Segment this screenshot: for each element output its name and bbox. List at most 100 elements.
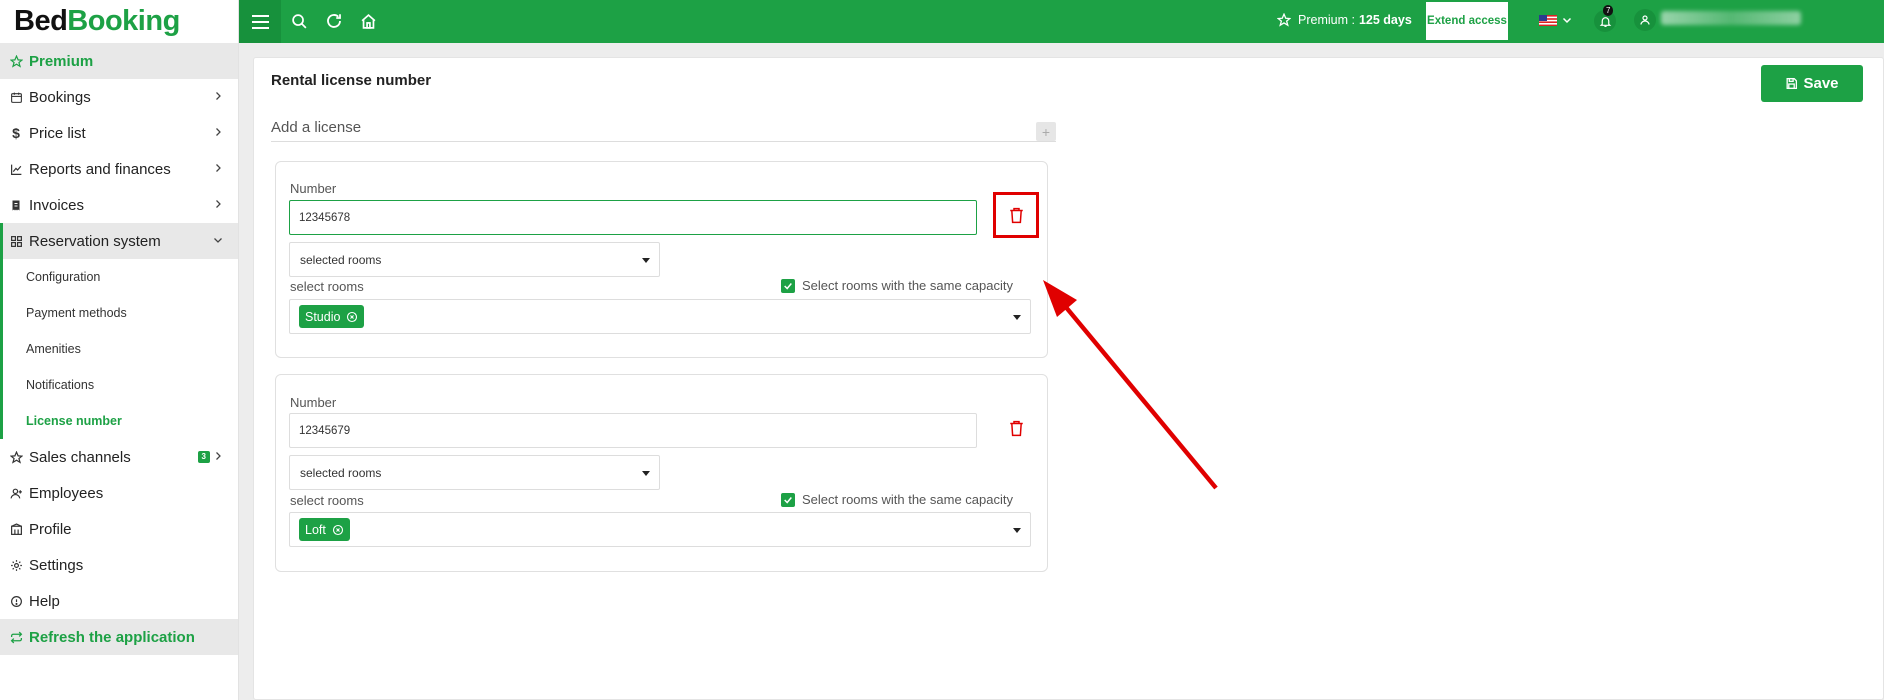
add-license-button[interactable]: + xyxy=(1036,122,1056,141)
chevron-right-icon xyxy=(216,164,221,172)
home-button[interactable] xyxy=(358,11,378,31)
license-entry: Number 12345678 selected rooms select ro… xyxy=(275,161,1048,358)
close-circle-icon xyxy=(347,311,358,322)
premium-days: 125 days xyxy=(1358,13,1412,27)
sidebar-item-label: Employees xyxy=(29,484,104,502)
sidebar-item-settings[interactable]: Settings xyxy=(0,547,238,583)
sidebar-item-label: Profile xyxy=(29,520,72,538)
rooms-multiselect[interactable]: Loft xyxy=(289,512,1031,547)
same-capacity-label: Select rooms with the same capacity xyxy=(802,492,1013,507)
chevron-right-icon xyxy=(216,92,221,100)
sidebar-item-reports[interactable]: Reports and finances xyxy=(0,151,238,187)
caret-down-icon xyxy=(1013,315,1021,320)
sidebar-item-label: Refresh the application xyxy=(29,628,195,646)
delete-license-button[interactable] xyxy=(993,405,1039,451)
search-button[interactable] xyxy=(289,11,309,31)
room-chip: Studio xyxy=(299,305,365,328)
sidebar-item-label: Reports and finances xyxy=(29,160,171,178)
user-name-blurred[interactable] xyxy=(1661,11,1801,25)
scope-select[interactable]: selected rooms xyxy=(289,455,660,490)
user-avatar[interactable] xyxy=(1634,9,1656,31)
reload-button[interactable] xyxy=(324,11,344,31)
license-entry: Number 12345679 selected rooms select ro… xyxy=(275,374,1048,572)
chevron-right-icon xyxy=(216,452,221,460)
gear-icon xyxy=(8,557,24,573)
refresh-icon xyxy=(8,629,24,645)
add-license-label: Add a license xyxy=(271,119,362,136)
license-settings-card: Rental license number Save Add a license… xyxy=(253,57,1884,700)
sales-channels-badge: 3 xyxy=(197,451,210,463)
caret-down-icon xyxy=(642,258,650,263)
sidebar-item-sales-channels[interactable]: Sales channels 3 xyxy=(0,439,238,475)
sidebar-item-invoices[interactable]: Invoices xyxy=(0,187,238,223)
trash-icon xyxy=(1009,420,1023,436)
sidebar-item-label: Bookings xyxy=(29,88,91,106)
sidebar-subitem-payment-methods[interactable]: Payment methods xyxy=(3,295,238,331)
same-capacity-label: Select rooms with the same capacity xyxy=(802,278,1013,293)
user-icon xyxy=(1640,15,1650,25)
room-chip: Loft xyxy=(299,518,350,541)
brand-part2: Booking xyxy=(67,5,180,37)
sidebar-subitem-license-number[interactable]: License number xyxy=(3,403,238,439)
us-flag-icon[interactable] xyxy=(1539,15,1557,26)
sidebar-subitem-notifications[interactable]: Notifications xyxy=(3,367,238,403)
remove-chip-button[interactable] xyxy=(346,311,358,323)
star-icon xyxy=(1277,13,1291,27)
sidebar-subitem-amenities[interactable]: Amenities xyxy=(3,331,238,367)
bell-icon xyxy=(1599,16,1611,27)
save-button[interactable]: Save xyxy=(1761,65,1863,102)
brand-part1: Bed xyxy=(14,5,68,37)
select-rooms-label: select rooms xyxy=(290,493,364,508)
chevron-down-icon[interactable] xyxy=(1561,14,1573,26)
page-title: Rental license number xyxy=(271,72,432,89)
rooms-multiselect[interactable]: Studio xyxy=(289,299,1031,334)
sidebar-item-price-list[interactable]: $ Price list xyxy=(0,115,238,151)
sidebar-subitem-configuration[interactable]: Configuration xyxy=(3,259,238,295)
star-icon xyxy=(8,53,24,69)
menu-toggle-button[interactable] xyxy=(239,0,281,43)
trash-icon xyxy=(1009,207,1023,223)
number-label: Number xyxy=(290,181,337,196)
calendar-icon xyxy=(8,89,24,105)
same-capacity-checkbox[interactable]: Select rooms with the same capacity xyxy=(781,492,1013,507)
sidebar-item-label: Settings xyxy=(29,556,84,574)
home-icon xyxy=(361,13,375,29)
grid-icon xyxy=(8,233,24,249)
room-chip-label: Studio xyxy=(305,309,341,324)
sidebar-item-profile[interactable]: Profile xyxy=(0,511,238,547)
premium-label: Premium : xyxy=(1298,13,1355,27)
room-chip-label: Loft xyxy=(305,522,326,537)
scope-value: selected rooms xyxy=(300,252,382,267)
caret-down-icon xyxy=(642,471,650,476)
sidebar-item-reservation-system[interactable]: Reservation system xyxy=(0,223,238,259)
same-capacity-checkbox[interactable]: Select rooms with the same capacity xyxy=(781,278,1013,293)
topbar: Premium : 125 days Extend access 7 xyxy=(239,0,1884,43)
chevron-right-icon xyxy=(216,128,221,136)
sidebar-item-bookings[interactable]: Bookings xyxy=(0,79,238,115)
delete-license-button[interactable] xyxy=(993,192,1039,238)
reservation-submenu: Configuration Payment methods Amenities … xyxy=(0,259,238,439)
hamburger-icon xyxy=(251,14,269,29)
brand-logo[interactable]: Bed Booking xyxy=(0,0,238,43)
checkmark-icon xyxy=(781,278,795,293)
sidebar: Bed Booking Premium Bookings $ Price list… xyxy=(0,0,239,700)
sidebar-item-label: Invoices xyxy=(29,196,85,214)
extend-access-button[interactable]: Extend access xyxy=(1426,2,1508,40)
premium-status: Premium : 125 days xyxy=(1277,13,1412,27)
sidebar-item-label: Premium xyxy=(29,52,94,70)
chevron-right-icon xyxy=(216,200,221,208)
sidebar-item-help[interactable]: Help xyxy=(0,583,238,619)
checkmark-icon xyxy=(781,492,795,507)
remove-chip-button[interactable] xyxy=(332,524,344,536)
sidebar-item-premium[interactable]: Premium xyxy=(0,43,238,79)
license-number-input[interactable]: 12345678 xyxy=(289,200,977,235)
reload-icon xyxy=(327,14,341,28)
sidebar-item-refresh[interactable]: Refresh the application xyxy=(0,619,238,655)
save-label: Save xyxy=(1803,75,1839,92)
sidebar-item-employees[interactable]: Employees xyxy=(0,475,238,511)
scope-select[interactable]: selected rooms xyxy=(289,242,660,277)
close-circle-icon xyxy=(332,524,343,535)
floppy-icon xyxy=(1785,77,1798,90)
star-icon xyxy=(8,449,24,465)
license-number-input[interactable]: 12345679 xyxy=(289,413,977,448)
